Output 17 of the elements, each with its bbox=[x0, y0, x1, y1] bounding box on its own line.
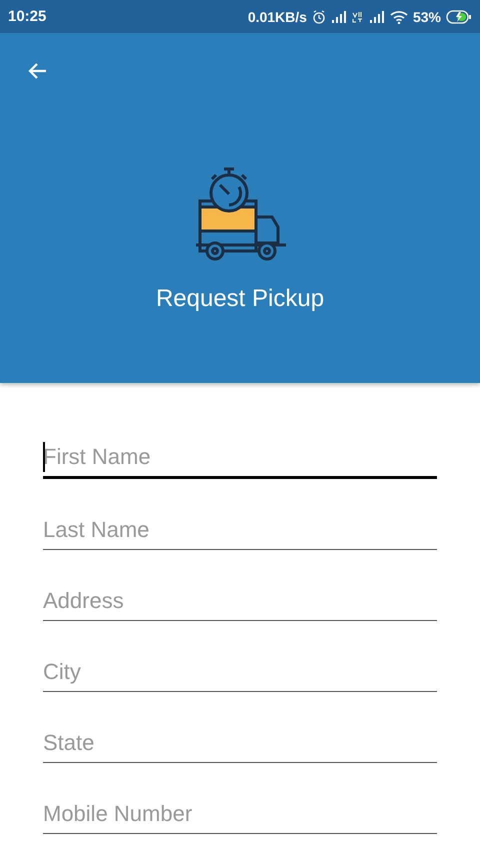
signal-icon bbox=[368, 10, 385, 22]
text-cursor bbox=[43, 442, 45, 472]
battery-percent: 53% bbox=[412, 8, 441, 24]
input-field[interactable]: Mobile Number bbox=[43, 801, 437, 834]
signal-icon bbox=[330, 10, 347, 22]
volte-icon bbox=[352, 10, 364, 22]
page-title: Request Pickup bbox=[156, 285, 324, 313]
status-time: 10:25 bbox=[8, 8, 46, 25]
battery-charging-icon bbox=[446, 10, 472, 24]
input-field[interactable]: Address bbox=[43, 588, 437, 621]
input-field[interactable]: First Name bbox=[43, 444, 437, 479]
input-field[interactable]: City bbox=[43, 659, 437, 692]
input-field[interactable]: State bbox=[43, 730, 437, 763]
wifi-icon bbox=[390, 10, 408, 24]
alarm-icon bbox=[312, 10, 326, 24]
network-speed: 0.01KB/s bbox=[248, 8, 307, 24]
input-field[interactable]: Last Name bbox=[43, 517, 437, 550]
